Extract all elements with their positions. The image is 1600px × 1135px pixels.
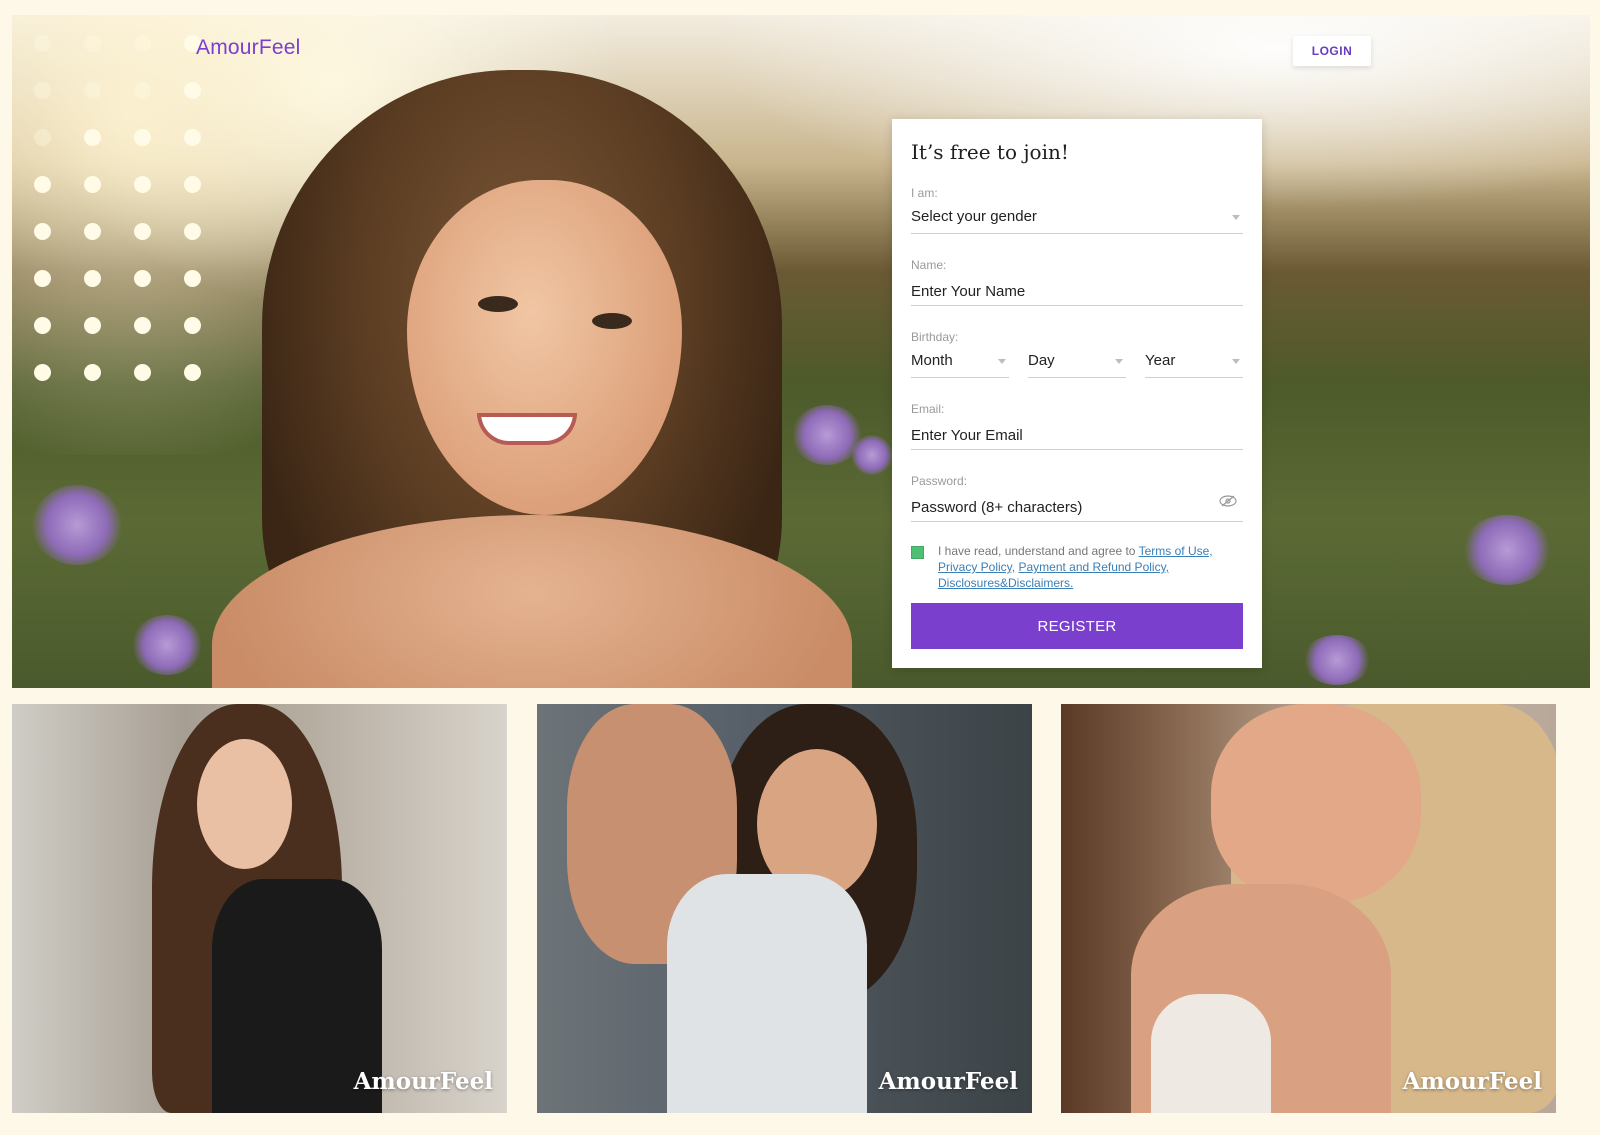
dot [184,129,201,146]
gender-select[interactable]: Select your gender [911,206,1243,234]
refund-policy-link[interactable]: Payment and Refund Policy, [1018,560,1169,574]
register-button[interactable]: REGISTER [911,603,1243,649]
disclosures-link[interactable]: Disclosures&Disclaimers. [938,576,1073,590]
birthday-label: Birthday: [911,330,959,344]
dot [84,35,101,52]
decorative-dot-grid [34,35,202,381]
terms-agreement: I have read, understand and agree to Ter… [911,543,1243,591]
gender-label: I am: [911,186,938,200]
form-title: It’s free to join! [911,140,1069,164]
flower [852,435,892,475]
dot [134,129,151,146]
signup-form: It’s free to join! I am: Select your gen… [892,119,1262,668]
name-label: Name: [911,258,947,272]
flower [132,615,202,675]
dot [184,317,201,334]
dot [184,223,201,240]
gender-field: I am: Select your gender [911,186,1243,234]
dot [84,223,101,240]
gallery-photo: AmourFeel [12,704,507,1113]
dot [84,82,101,99]
dot [134,223,151,240]
dot [34,317,51,334]
chevron-down-icon [1232,215,1240,220]
dot [184,176,201,193]
hero-section [12,15,1590,688]
top [1151,994,1271,1113]
dot [34,270,51,287]
dot [84,129,101,146]
tank-top [667,874,867,1113]
dot [34,82,51,99]
gender-select-value: Select your gender [911,208,1037,225]
dot [84,270,101,287]
agree-text: I have read, understand and agree to Ter… [938,543,1243,591]
face [197,739,292,869]
gallery-photo: AmourFeel [537,704,1032,1113]
eye-slash-icon[interactable] [1219,495,1237,507]
photo-watermark: AmourFeel [353,1068,493,1095]
dot [84,364,101,381]
dot [34,364,51,381]
dot [134,364,151,381]
brand-logo[interactable]: AmourFeel [196,36,301,60]
password-field: Password: [911,474,1243,522]
birth-year-select[interactable]: Year [1145,350,1243,378]
birth-day-value: Day [1028,352,1055,369]
dot [134,35,151,52]
dot [84,317,101,334]
dot [34,129,51,146]
email-input[interactable] [911,422,1243,450]
flower [1462,515,1552,585]
name-input[interactable] [911,278,1243,306]
email-label: Email: [911,402,945,416]
password-input[interactable] [911,494,1243,522]
terms-of-use-link[interactable]: Terms of Use, [1139,544,1213,558]
dot [184,364,201,381]
photo-watermark: AmourFeel [878,1068,1018,1095]
email-field: Email: [911,402,1243,450]
name-field: Name: [911,258,1243,306]
agree-prefix: I have read, understand and agree to [938,544,1139,558]
birth-month-value: Month [911,352,953,369]
privacy-policy-link[interactable]: Privacy Policy, [938,560,1015,574]
flower [1302,635,1372,685]
dot [134,176,151,193]
chevron-down-icon [1232,359,1240,364]
photo-watermark: AmourFeel [1402,1068,1542,1095]
dot [134,317,151,334]
birth-year-value: Year [1145,352,1176,369]
dot [184,270,201,287]
agree-checkbox[interactable] [911,546,924,559]
birthday-field: Birthday: Month Day Year [911,330,1243,378]
left-eye [478,296,518,312]
dot [34,176,51,193]
password-label: Password: [911,474,968,488]
dot [84,176,101,193]
birth-month-select[interactable]: Month [911,350,1009,378]
right-eye [592,313,632,329]
face [1211,704,1421,904]
gallery-photo: AmourFeel [1061,704,1556,1113]
birth-day-select[interactable]: Day [1028,350,1126,378]
dot [34,223,51,240]
login-button[interactable]: LOGIN [1293,36,1371,66]
dot [134,270,151,287]
chevron-down-icon [998,359,1006,364]
chevron-down-icon [1115,359,1123,364]
dot [34,35,51,52]
dot [134,82,151,99]
flower [32,485,122,565]
dot [184,82,201,99]
